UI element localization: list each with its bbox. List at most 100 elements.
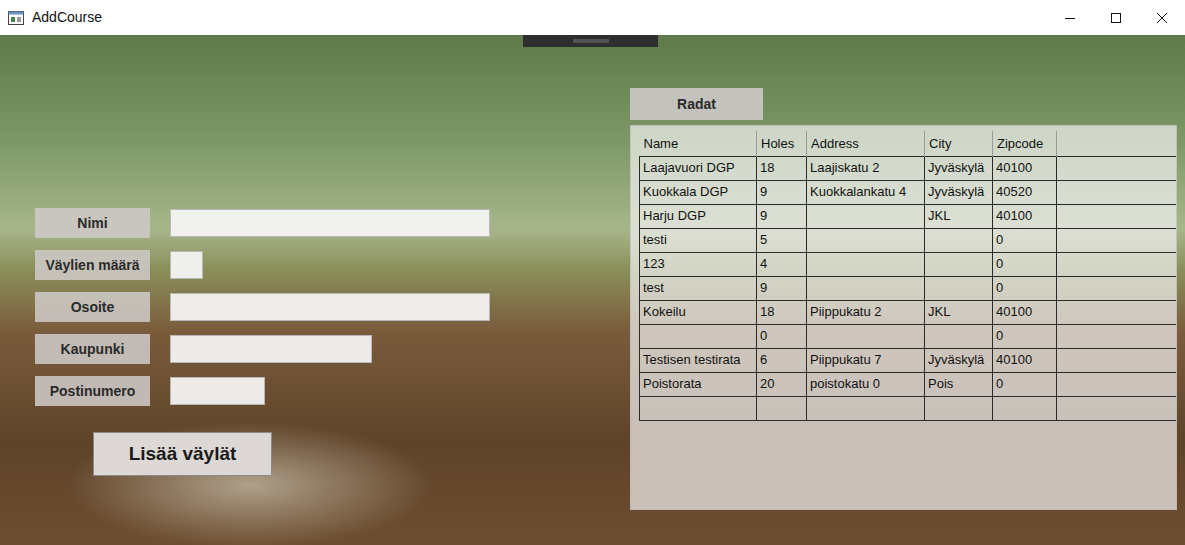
table-row[interactable]: Testisen testirata6Piippukatu 7Jyväskylä… (640, 348, 1178, 372)
table-row[interactable]: test9 0 (640, 276, 1178, 300)
table-cell[interactable] (993, 396, 1057, 420)
table-cell[interactable]: 40100 (993, 156, 1057, 180)
table-cell[interactable]: Piippukatu 7 (807, 348, 925, 372)
table-cell[interactable]: Piippukatu 2 (807, 300, 925, 324)
table-cell[interactable]: Jyväskylä (925, 180, 993, 204)
table-cell[interactable]: 40100 (993, 204, 1057, 228)
table-cell-filler (1057, 204, 1178, 228)
table-cell-filler (1057, 348, 1178, 372)
table-cell[interactable] (757, 396, 807, 420)
table-cell[interactable] (925, 396, 993, 420)
form-row: Väylien määrä (35, 250, 630, 280)
table-cell[interactable]: Laajiskatu 2 (807, 156, 925, 180)
table-cell[interactable]: Pois (925, 372, 993, 396)
table-row[interactable]: 00 (640, 324, 1178, 348)
table-cell[interactable] (925, 324, 993, 348)
table-row[interactable]: 1234 0 (640, 252, 1178, 276)
table-cell[interactable]: Jyväskylä (925, 156, 993, 180)
column-header[interactable]: City (925, 131, 993, 156)
table-cell[interactable] (807, 252, 925, 276)
table-cell[interactable]: poistokatu 0 (807, 372, 925, 396)
column-header[interactable]: Zipcode (993, 131, 1057, 156)
courses-title: Radat (630, 88, 763, 120)
forest-photo: NimiVäylien määräOsoiteKaupunkiPostinume… (0, 35, 1185, 545)
table-cell[interactable]: 18 (757, 300, 807, 324)
table-cell[interactable]: 0 (757, 324, 807, 348)
table-cell[interactable]: 0 (993, 372, 1057, 396)
table-cell[interactable]: Kuokkala DGP (640, 180, 757, 204)
table-cell[interactable]: 4 (757, 252, 807, 276)
table-cell[interactable] (925, 228, 993, 252)
table-cell[interactable] (807, 396, 925, 420)
table-cell-filler (1057, 324, 1178, 348)
column-header[interactable]: Holes (757, 131, 807, 156)
table-cell[interactable]: 9 (757, 180, 807, 204)
table-cell[interactable]: Poistorata (640, 372, 757, 396)
table-cell[interactable]: test (640, 276, 757, 300)
table-cell[interactable]: JKL (925, 300, 993, 324)
field-input[interactable] (170, 377, 265, 405)
field-label: Nimi (35, 208, 150, 238)
table-cell[interactable] (640, 396, 757, 420)
form-row: Nimi (35, 208, 630, 238)
table-row[interactable]: Laajavuori DGP18Laajiskatu 2Jyväskylä401… (640, 156, 1178, 180)
form-row: Osoite (35, 292, 630, 322)
table-cell[interactable]: 20 (757, 372, 807, 396)
form-row: Kaupunki (35, 334, 630, 364)
table-cell[interactable]: Harju DGP (640, 204, 757, 228)
table-cell[interactable]: 5 (757, 228, 807, 252)
table-cell[interactable]: Kokeilu (640, 300, 757, 324)
close-icon[interactable] (1139, 0, 1185, 35)
add-holes-button[interactable]: Lisää väylät (93, 432, 272, 476)
table-cell[interactable]: testi (640, 228, 757, 252)
table-cell[interactable] (807, 204, 925, 228)
table-cell-filler (1057, 156, 1178, 180)
table-cell[interactable] (807, 324, 925, 348)
table-cell[interactable]: 18 (757, 156, 807, 180)
maximize-icon[interactable] (1093, 0, 1139, 35)
table-cell[interactable] (925, 276, 993, 300)
minimize-icon[interactable] (1047, 0, 1093, 35)
table-cell[interactable]: 40100 (993, 300, 1057, 324)
table-row[interactable]: Poistorata20poistokatu 0Pois0 (640, 372, 1178, 396)
table-cell[interactable]: 0 (993, 324, 1057, 348)
table-cell[interactable]: Laajavuori DGP (640, 156, 757, 180)
column-header[interactable]: Name (640, 131, 757, 156)
table-cell[interactable]: 40100 (993, 348, 1057, 372)
table-cell[interactable]: 9 (757, 204, 807, 228)
drag-handle[interactable] (523, 35, 658, 47)
table-cell-filler (1057, 300, 1178, 324)
table-row[interactable]: Harju DGP9 JKL40100 (640, 204, 1178, 228)
table-row[interactable]: Kokeilu18Piippukatu 2JKL40100 (640, 300, 1178, 324)
table-cell[interactable]: Testisen testirata (640, 348, 757, 372)
table-cell[interactable]: 123 (640, 252, 757, 276)
app-icon (8, 11, 24, 25)
table-cell[interactable]: Kuokkalankatu 4 (807, 180, 925, 204)
table-cell[interactable]: 0 (993, 276, 1057, 300)
table-cell[interactable] (807, 276, 925, 300)
column-header-filler (1057, 131, 1178, 156)
table-cell[interactable]: 6 (757, 348, 807, 372)
table-cell[interactable]: 0 (993, 252, 1057, 276)
table-cell[interactable]: 0 (993, 228, 1057, 252)
table-cell[interactable] (640, 324, 757, 348)
field-input[interactable] (170, 335, 372, 363)
table-row[interactable]: Kuokkala DGP9Kuokkalankatu 4Jyväskylä405… (640, 180, 1178, 204)
field-label: Osoite (35, 292, 150, 322)
table-cell[interactable]: JKL (925, 204, 993, 228)
table-cell[interactable] (1057, 396, 1178, 420)
table-cell[interactable]: 40520 (993, 180, 1057, 204)
field-input[interactable] (170, 209, 490, 237)
field-input[interactable] (170, 251, 203, 279)
table-row[interactable]: testi5 0 (640, 228, 1178, 252)
table-cell[interactable] (807, 228, 925, 252)
new-row[interactable] (640, 396, 1178, 420)
table-cell[interactable]: Jyväskylä (925, 348, 993, 372)
table-cell[interactable]: 9 (757, 276, 807, 300)
courses-table: NameHolesAddressCityZipcodeLaajavuori DG… (639, 131, 1177, 421)
column-header[interactable]: Address (807, 131, 925, 156)
table-cell[interactable] (925, 252, 993, 276)
table-cell-filler (1057, 276, 1178, 300)
field-input[interactable] (170, 293, 490, 321)
table-cell-filler (1057, 228, 1178, 252)
